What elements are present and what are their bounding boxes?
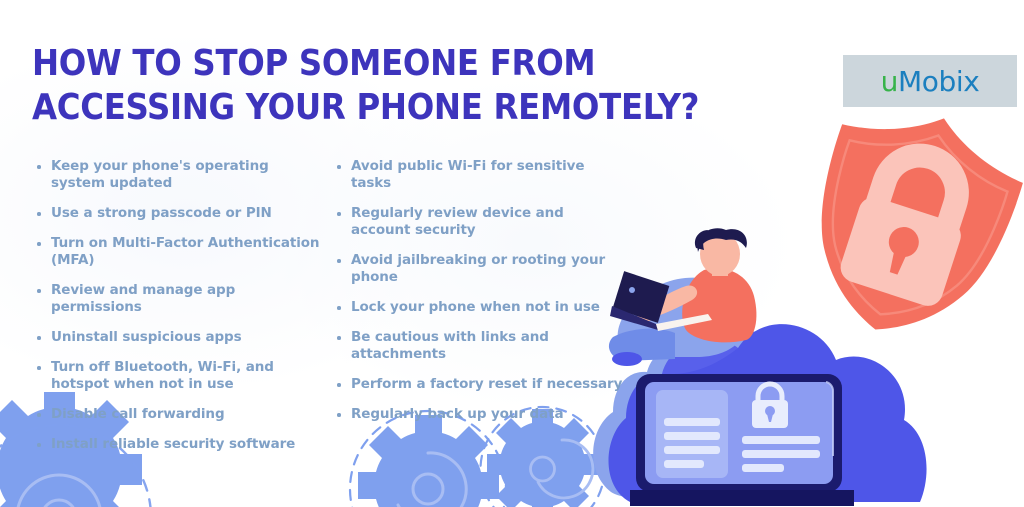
logo-prefix: u — [880, 64, 899, 98]
list-item: Avoid public Wi-Fi for sensitive tasks — [336, 158, 626, 192]
list-item: Review and manage app permissions — [36, 282, 326, 316]
logo-name: Mobix — [897, 64, 980, 98]
page-title: HOW TO STOP SOMEONE FROM ACCESSING YOUR … — [32, 42, 700, 130]
tips-left-column: Keep your phone's operating system updat… — [36, 158, 326, 466]
list-item: Be cautious with links and attachments — [336, 329, 626, 363]
list-item: Regularly review device and account secu… — [336, 205, 626, 239]
tips-right-column: Avoid public Wi-Fi for sensitive tasks R… — [336, 158, 626, 436]
list-item: Uninstall suspicious apps — [36, 329, 326, 346]
list-item: Turn on Multi-Factor Authentication (MFA… — [36, 235, 326, 269]
list-item: Keep your phone's operating system updat… — [36, 158, 326, 192]
list-item: Use a strong passcode or PIN — [36, 205, 326, 222]
umobix-logo[interactable]: uMobix — [843, 55, 1017, 107]
list-item: Avoid jailbreaking or rooting your phone — [336, 252, 626, 286]
infographic-canvas: HOW TO STOP SOMEONE FROM ACCESSING YOUR … — [0, 0, 1024, 507]
list-item: Turn off Bluetooth, Wi-Fi, and hotspot w… — [36, 359, 326, 393]
page-title-line-2: ACCESSING YOUR PHONE REMOTELY? — [32, 87, 700, 128]
list-item: Regularly back up your data — [336, 406, 626, 423]
list-item: Disable call forwarding — [36, 406, 326, 423]
list-item: Install reliable security software — [36, 436, 326, 453]
page-title-line-1: HOW TO STOP SOMEONE FROM — [32, 43, 596, 84]
list-item: Lock your phone when not in use — [336, 299, 626, 316]
list-item: Perform a factory reset if necessary — [336, 376, 626, 393]
logo-wordmark: uMobix — [881, 65, 980, 98]
